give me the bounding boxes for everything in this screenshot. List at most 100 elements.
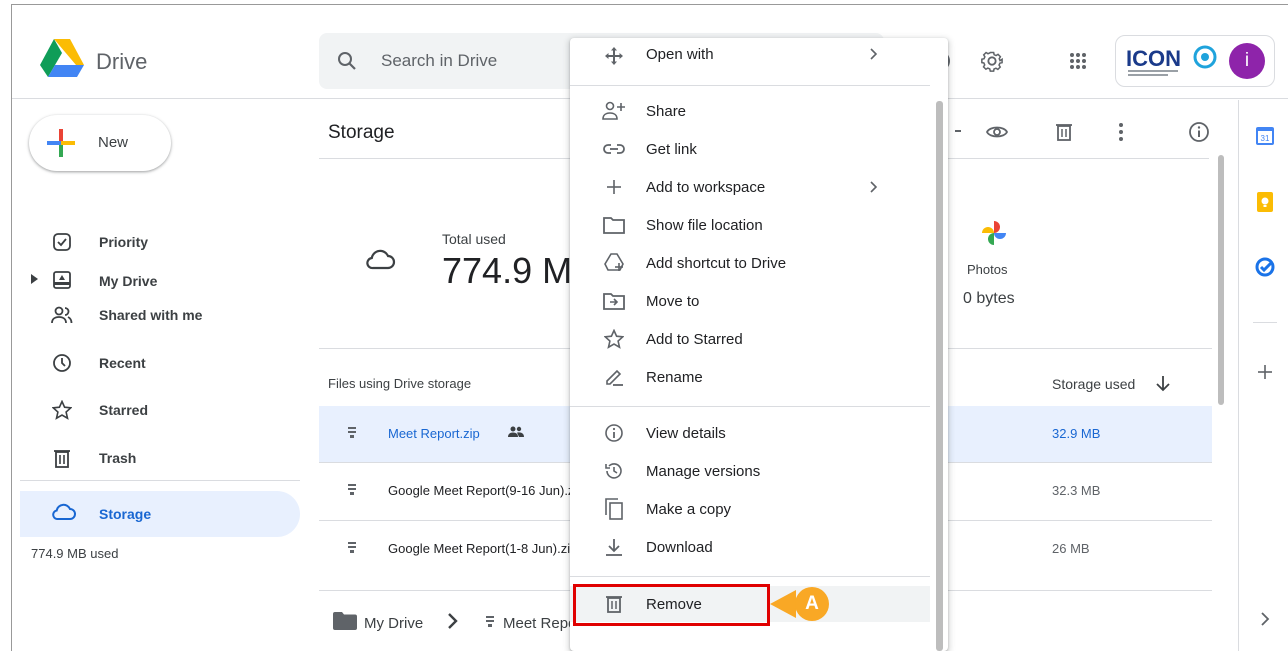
folder-icon <box>333 612 357 630</box>
plus-color-icon <box>45 127 77 159</box>
submenu-chevron-icon <box>870 48 878 60</box>
menu-item-open-with[interactable]: Open with <box>570 38 930 74</box>
move-to-icon <box>602 289 626 313</box>
info-icon[interactable] <box>1181 114 1217 150</box>
organization-logo: ICON <box>1126 42 1222 80</box>
folder-outline-icon <box>602 213 626 237</box>
expand-panel-chevron-icon[interactable] <box>1251 605 1279 633</box>
menu-item-rename[interactable]: Rename <box>570 359 930 395</box>
menu-item-download[interactable]: Download <box>570 529 930 565</box>
menu-item-label: View details <box>646 425 726 442</box>
history-icon <box>602 459 626 483</box>
google-photos-icon <box>981 220 1007 246</box>
clock-icon <box>50 351 74 375</box>
menu-divider <box>570 406 930 407</box>
drive-logo-icon[interactable] <box>40 39 84 77</box>
sidebar: New Priority My Drive Shared with me Rec… <box>12 100 312 651</box>
tasks-icon[interactable] <box>1251 253 1279 281</box>
menu-item-manage-versions[interactable]: Manage versions <box>570 453 930 489</box>
star-icon <box>50 398 74 422</box>
storage-used-text: 774.9 MB used <box>31 546 119 561</box>
menu-item-label: Rename <box>646 369 703 386</box>
menu-item-move-to[interactable]: Move to <box>570 283 930 319</box>
menu-item-label: Move to <box>646 293 700 310</box>
file-name[interactable]: Meet Report.zip <box>388 426 480 441</box>
menu-item-get-link[interactable]: Get link <box>570 131 930 167</box>
submenu-chevron-icon <box>870 181 878 193</box>
trash-icon[interactable] <box>1046 114 1082 150</box>
preview-eye-icon[interactable] <box>979 114 1015 150</box>
file-name[interactable]: Google Meet Report(9-16 Jun).zip <box>388 483 585 498</box>
menu-divider <box>570 576 930 577</box>
photos-value: 0 bytes <box>963 290 1015 307</box>
sidebar-item-label: Trash <box>99 450 137 466</box>
new-button[interactable]: New <box>29 115 171 171</box>
menu-item-add-to-starred[interactable]: Add to Starred <box>570 321 930 357</box>
zip-file-icon <box>347 484 357 496</box>
callout-a-label: A <box>805 593 819 614</box>
calendar-icon[interactable]: 31 <box>1251 122 1279 150</box>
sidebar-item-label: Recent <box>99 355 146 371</box>
menu-item-label: Add to Starred <box>646 331 743 348</box>
sidebar-item-trash[interactable]: Trash <box>12 438 302 478</box>
more-vertical-icon[interactable] <box>1103 114 1139 150</box>
menu-scrollbar[interactable] <box>936 101 943 651</box>
menu-item-add-to-workspace[interactable]: Add to workspace <box>570 169 930 205</box>
file-size: 32.9 MB <box>1052 426 1101 441</box>
user-avatar[interactable]: i <box>1229 43 1265 79</box>
shortcut-icon <box>602 251 626 275</box>
menu-item-label: Add to workspace <box>646 179 766 196</box>
rail-divider <box>1253 322 1277 323</box>
file-size: 32.3 MB <box>1052 483 1101 498</box>
add-addon-plus-icon[interactable] <box>1251 358 1279 386</box>
info-icon <box>602 421 626 445</box>
menu-item-make-a-copy[interactable]: Make a copy <box>570 491 930 527</box>
cloud-icon <box>364 247 396 271</box>
menu-item-label: Manage versions <box>646 463 761 480</box>
files-header: Files using Drive storage <box>328 376 472 391</box>
search-icon[interactable] <box>337 51 357 71</box>
svg-text:31: 31 <box>1261 134 1270 143</box>
breadcrumb-my-drive[interactable]: My Drive <box>364 615 423 632</box>
menu-item-view-details[interactable]: View details <box>570 415 930 451</box>
storage-used-column-header[interactable]: Storage used <box>1052 376 1135 392</box>
plus-icon <box>602 175 626 199</box>
sidebar-item-starred[interactable]: Starred <box>12 390 302 430</box>
sidebar-item-recent[interactable]: Recent <box>12 343 302 383</box>
star-icon <box>602 327 626 351</box>
main-scrollbar[interactable] <box>1218 155 1224 405</box>
photos-label: Photos <box>967 262 1008 277</box>
download-icon <box>602 535 626 559</box>
shared-icon <box>50 303 74 327</box>
sidebar-item-label: My Drive <box>99 273 158 289</box>
search-input[interactable] <box>381 33 571 89</box>
menu-item-share[interactable]: Share <box>570 93 930 129</box>
settings-gear-icon[interactable] <box>974 43 1010 79</box>
menu-item-label: Share <box>646 103 687 120</box>
keep-icon[interactable] <box>1251 188 1279 216</box>
open-with-icon <box>602 44 626 68</box>
svg-text:ICON: ICON <box>1126 46 1181 71</box>
menu-item-label: Make a copy <box>646 501 732 518</box>
total-used-label: Total used <box>442 231 506 247</box>
expand-arrow-icon[interactable] <box>31 274 39 284</box>
chevron-right-icon <box>447 612 459 630</box>
menu-divider <box>570 85 930 86</box>
menu-item-label: Get link <box>646 141 697 158</box>
zip-file-icon <box>347 542 357 554</box>
side-panel-rail: 31 <box>1238 100 1288 651</box>
file-name[interactable]: Google Meet Report(1-8 Jun).zip <box>388 541 577 556</box>
menu-item-show-file-location[interactable]: Show file location <box>570 207 930 243</box>
menu-item-label: Download <box>646 539 713 556</box>
zip-file-icon <box>347 427 357 439</box>
share-person-icon <box>602 99 626 123</box>
shared-people-icon <box>507 426 525 438</box>
sidebar-item-my-drive[interactable]: My Drive <box>12 241 302 289</box>
sidebar-item-shared-with-me[interactable]: Shared with me <box>12 295 302 335</box>
sidebar-item-label: Shared with me <box>99 307 203 323</box>
menu-item-add-shortcut[interactable]: Add shortcut to Drive <box>570 245 930 281</box>
sort-down-arrow-icon[interactable] <box>1155 374 1171 392</box>
account-switcher[interactable]: ICON i <box>1115 35 1275 87</box>
sidebar-item-storage[interactable]: Storage <box>20 491 300 537</box>
apps-grid-icon[interactable] <box>1060 43 1096 79</box>
